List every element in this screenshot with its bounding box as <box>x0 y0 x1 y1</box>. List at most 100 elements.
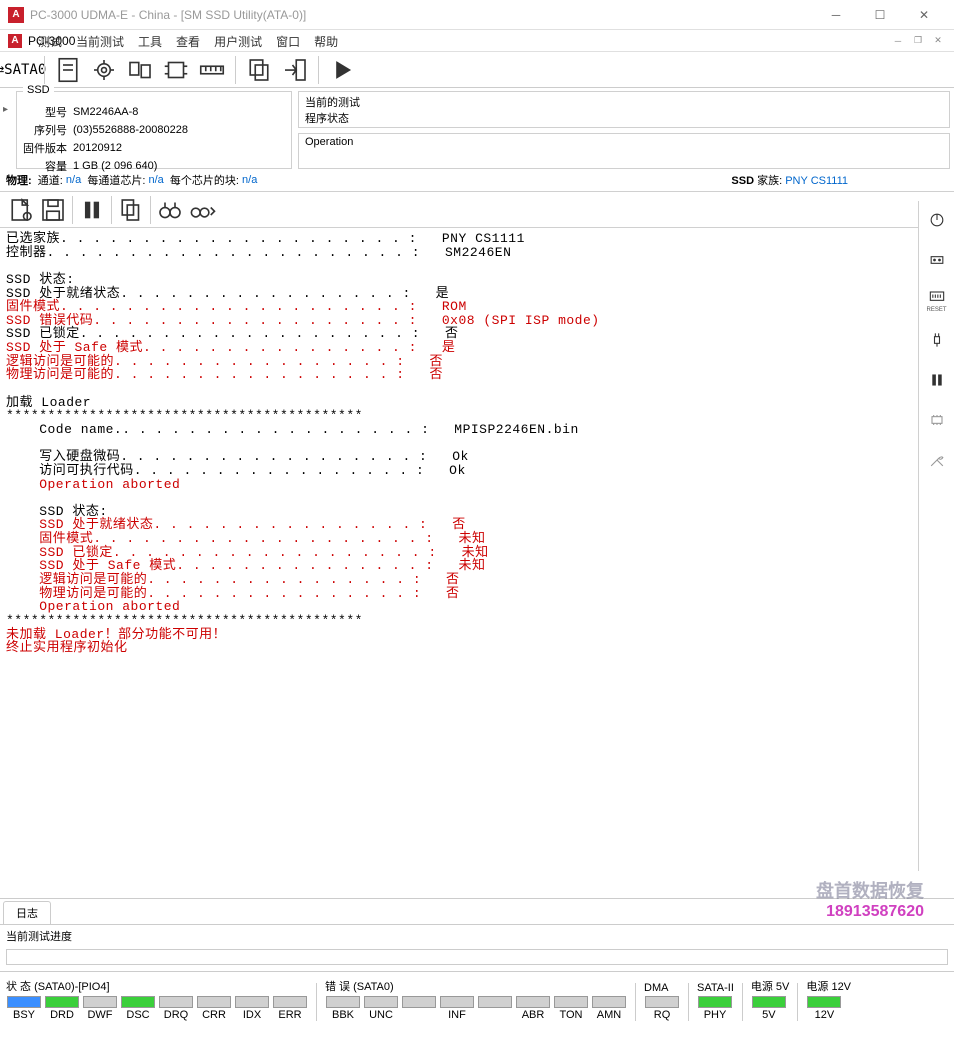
status-led <box>807 996 841 1008</box>
log-line: 物理访问是可能的. . . . . . . . . . . . . . . . … <box>6 367 443 382</box>
mdi-minimize-button[interactable]: ─ <box>890 34 906 48</box>
status-led <box>45 996 79 1008</box>
status-cell-label: BSY <box>13 1009 35 1021</box>
info-row: ▸ SSD 型号SM2246AA-8 序列号(03)5526888-200802… <box>0 88 954 169</box>
status-led <box>326 996 360 1008</box>
status-group-title: 状 态 (SATA0)-[PIO4] <box>6 978 308 994</box>
chips-icon[interactable] <box>125 55 155 85</box>
tab-log[interactable]: 日志 <box>3 901 51 924</box>
gear-icon[interactable] <box>89 55 119 85</box>
status-group-title: 电源 12V <box>806 978 851 994</box>
toolbar-separator <box>72 196 73 224</box>
status-cell: DRD <box>44 996 80 1021</box>
menu-help[interactable]: 帮助 <box>314 33 338 50</box>
outer-titlebar: A PC-3000 UDMA-E - China - [SM SSD Utili… <box>0 0 954 30</box>
menu-window[interactable]: 窗口 <box>276 33 300 50</box>
status-group-5v: 电源 5V 5V <box>751 978 790 1021</box>
status-led <box>159 996 193 1008</box>
toolbar-separator <box>150 196 151 224</box>
status-cell-label: INF <box>448 1009 466 1021</box>
document-icon[interactable] <box>53 55 83 85</box>
mdi-restore-button[interactable]: ❐ <box>910 34 926 48</box>
phys-block-value: n/a <box>242 174 257 186</box>
mdi-close-button[interactable]: ✕ <box>930 34 946 48</box>
save-icon[interactable] <box>38 195 68 225</box>
status-led <box>83 996 117 1008</box>
status-group-title: SATA-II <box>697 982 734 994</box>
status-cell: BSY <box>6 996 42 1021</box>
family-label: 家族: <box>757 175 782 187</box>
progress-bar <box>6 949 948 965</box>
ssd-info-box: SSD 型号SM2246AA-8 序列号(03)5526888-20080228… <box>16 91 292 169</box>
watermark-name: 盘首数据恢复 <box>816 877 924 903</box>
current-test-sub: 程序状态 <box>305 110 943 126</box>
new-doc-icon[interactable] <box>6 195 36 225</box>
progress-label: 当前测试进度 <box>0 925 954 947</box>
status-group-12v: 电源 12V 12V <box>806 978 851 1021</box>
status-led <box>698 996 732 1008</box>
status-cell-label: DRD <box>50 1009 74 1021</box>
chip2-icon[interactable] <box>924 407 950 433</box>
pause2-icon[interactable] <box>924 367 950 393</box>
status-cell: DWF <box>82 996 118 1021</box>
ruler-icon[interactable] <box>197 55 227 85</box>
ssd-box-title: SSD <box>23 84 54 96</box>
status-separator <box>742 983 743 1021</box>
secondary-toolbar <box>0 192 954 228</box>
status-separator <box>316 983 317 1021</box>
pause-icon[interactable] <box>77 195 107 225</box>
status-led <box>364 996 398 1008</box>
menubar: 测试 当前测试 工具 查看 用户测试 窗口 帮助 <box>0 30 954 52</box>
close-button[interactable]: ✕ <box>902 1 946 29</box>
status-cell: ABR <box>515 996 551 1021</box>
side-toolbar: RESET <box>918 201 954 871</box>
window-title: PC-3000 UDMA-E - China - [SM SSD Utility… <box>30 8 814 22</box>
menu-test[interactable]: 测试 <box>38 33 62 50</box>
menu-current-test[interactable]: 当前测试 <box>76 33 124 50</box>
exit-icon[interactable] <box>280 55 310 85</box>
current-test-title: 当前的测试 <box>305 94 943 110</box>
reset-icon[interactable]: RESET <box>924 287 950 313</box>
status-cell-label: DRQ <box>164 1009 188 1021</box>
maximize-button[interactable]: ☐ <box>858 1 902 29</box>
current-test-box: 当前的测试 程序状态 <box>298 91 950 128</box>
status-separator <box>797 983 798 1021</box>
minimize-button[interactable]: ─ <box>814 1 858 29</box>
status-cell-label: 12V <box>815 1009 835 1021</box>
binoculars-icon[interactable] <box>155 195 185 225</box>
operation-title: Operation <box>305 136 943 148</box>
sata-port-button[interactable]: ⇄SATA0 <box>6 55 36 85</box>
status-cell-label: 5V <box>762 1009 775 1021</box>
power-icon[interactable] <box>924 207 950 233</box>
status-group-sata2: SATA-II PHY <box>697 982 734 1021</box>
play-icon[interactable] <box>327 55 357 85</box>
board-icon[interactable] <box>924 247 950 273</box>
copy2-icon[interactable] <box>116 195 146 225</box>
status-cell-label: TON <box>559 1009 582 1021</box>
binoculars-next-icon[interactable] <box>187 195 217 225</box>
status-led <box>440 996 474 1008</box>
plug-icon[interactable] <box>924 327 950 353</box>
log-line: Operation aborted <box>6 477 180 492</box>
log-line: 终止实用程序初始化 <box>6 640 128 655</box>
menu-view[interactable]: 查看 <box>176 33 200 50</box>
log-console: 已选家族. . . . . . . . . . . . . . . . . . … <box>0 228 954 898</box>
status-cell: 12V <box>806 996 842 1021</box>
status-separator <box>635 983 636 1021</box>
menu-user-test[interactable]: 用户测试 <box>214 33 262 50</box>
operation-box: Operation <box>298 133 950 170</box>
toolbar-separator <box>235 56 236 84</box>
status-cell-label: IDX <box>243 1009 261 1021</box>
menu-tools[interactable]: 工具 <box>138 33 162 50</box>
status-group-dma: DMA RQ <box>644 982 680 1021</box>
log-line: Code name.. . . . . . . . . . . . . . . … <box>6 422 579 437</box>
main-toolbar: ⇄SATA0 <box>0 52 954 88</box>
status-cell: INF <box>439 996 475 1021</box>
tools-icon[interactable] <box>924 447 950 473</box>
tree-collapse-icon[interactable]: ▸ <box>3 104 8 115</box>
watermark: 盘首数据恢复 18913587620 <box>816 877 924 921</box>
copy-icon[interactable] <box>244 55 274 85</box>
chip-icon[interactable] <box>161 55 191 85</box>
status-cell: TON <box>553 996 589 1021</box>
status-cell: UNC <box>363 996 399 1021</box>
